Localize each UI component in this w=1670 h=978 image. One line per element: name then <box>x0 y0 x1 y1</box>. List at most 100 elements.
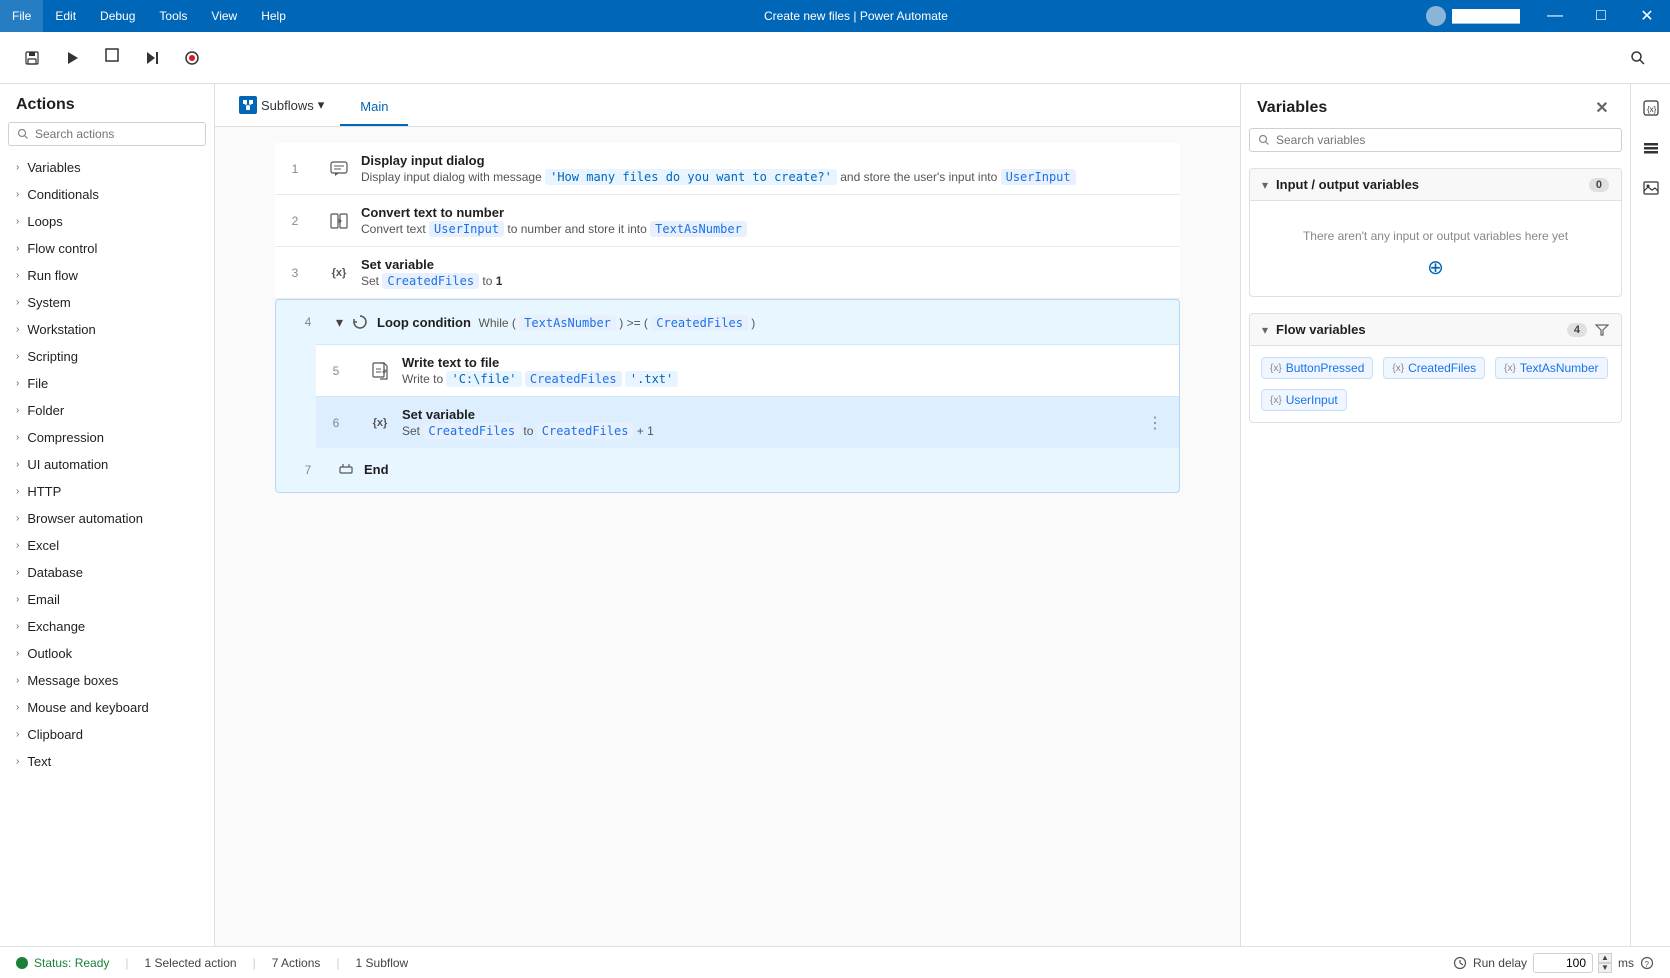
flow-collapse-icon: ▾ <box>1262 323 1268 337</box>
close-button[interactable]: ✕ <box>1624 0 1670 32</box>
step-2[interactable]: 2 Convert text to number Convert text Us… <box>275 195 1180 247</box>
menu-view[interactable]: View <box>199 0 249 32</box>
category-variables[interactable]: ›Variables <box>0 154 214 181</box>
variables-panel-toggle[interactable]: {x} <box>1635 92 1667 124</box>
image-icon[interactable] <box>1635 172 1667 204</box>
var-chip-buttonpressed[interactable]: {x} ButtonPressed <box>1261 357 1373 379</box>
menu-edit[interactable]: Edit <box>43 0 88 32</box>
flow-vars-body: {x} ButtonPressed {x} CreatedFiles {x} T… <box>1250 346 1621 422</box>
actions-list: ›Variables ›Conditionals ›Loops ›Flow co… <box>0 154 214 946</box>
step-3[interactable]: 3 {x} Set variable Set CreatedFiles t <box>275 247 1180 299</box>
category-conditionals[interactable]: ›Conditionals <box>0 181 214 208</box>
step-1[interactable]: 1 Display input dialog Display input dia… <box>275 143 1180 195</box>
io-count-badge: 0 <box>1589 178 1609 192</box>
svg-text:{x}: {x} <box>1647 105 1657 114</box>
stop-button[interactable] <box>96 42 128 74</box>
menu-tools[interactable]: Tools <box>147 0 199 32</box>
loop-header[interactable]: 4 ▾ Loop condition While ( TextAsNumber … <box>276 300 1179 344</box>
canvas-search-button[interactable] <box>1622 42 1654 74</box>
category-message-boxes[interactable]: ›Message boxes <box>0 667 214 694</box>
step-var-createdfiles2: CreatedFiles <box>525 371 622 387</box>
variables-search-box[interactable] <box>1249 128 1622 152</box>
category-folder[interactable]: ›Folder <box>0 397 214 424</box>
actions-search-box[interactable] <box>8 122 206 146</box>
subflows-button[interactable]: Subflows ▾ <box>231 84 332 126</box>
var-chip-userinput[interactable]: {x} UserInput <box>1261 389 1347 411</box>
flow-variables-section: ▾ Flow variables 4 {x} ButtonPressed {x}… <box>1249 313 1622 423</box>
run-button[interactable] <box>56 42 88 74</box>
category-workstation[interactable]: ›Workstation <box>0 316 214 343</box>
menu-debug[interactable]: Debug <box>88 0 147 32</box>
io-title: Input / output variables <box>1276 177 1581 192</box>
var-search-icon <box>1258 134 1270 146</box>
category-text[interactable]: ›Text <box>0 748 214 775</box>
run-delay-down[interactable]: ▼ <box>1598 963 1612 973</box>
category-flow-control[interactable]: ›Flow control <box>0 235 214 262</box>
category-ui-automation[interactable]: ›UI automation <box>0 451 214 478</box>
category-file[interactable]: ›File <box>0 370 214 397</box>
chevron-icon: › <box>16 459 19 470</box>
run-delay-label: Run delay <box>1473 956 1527 970</box>
chevron-icon: › <box>16 378 19 389</box>
minimize-button[interactable]: — <box>1532 0 1578 32</box>
category-excel[interactable]: ›Excel <box>0 532 214 559</box>
step-info-5: Write text to file Write to 'C:\file' Cr… <box>402 355 1167 386</box>
loop-block: 4 ▾ Loop condition While ( TextAsNumber … <box>275 299 1180 493</box>
category-outlook[interactable]: ›Outlook <box>0 640 214 667</box>
help-icon[interactable]: ? <box>1640 956 1654 970</box>
convert-icon <box>327 209 351 233</box>
step-var-textasnumber: TextAsNumber <box>650 221 747 237</box>
category-compression[interactable]: ›Compression <box>0 424 214 451</box>
save-button[interactable] <box>16 42 48 74</box>
category-label: Workstation <box>27 322 95 337</box>
menu-help[interactable]: Help <box>249 0 298 32</box>
run-delay-stepper: ▲ ▼ <box>1598 953 1612 973</box>
run-delay-input[interactable] <box>1533 953 1593 973</box>
actions-search-input[interactable] <box>35 127 197 141</box>
category-exchange[interactable]: ›Exchange <box>0 613 214 640</box>
chevron-icon: › <box>16 594 19 605</box>
step-info-2: Convert text to number Convert text User… <box>361 205 1168 236</box>
maximize-button[interactable]: □ <box>1578 0 1624 32</box>
input-output-header[interactable]: ▾ Input / output variables 0 <box>1250 169 1621 201</box>
layers-icon[interactable] <box>1635 132 1667 164</box>
flow-vars-title: Flow variables <box>1276 322 1559 337</box>
variables-search-input[interactable] <box>1276 133 1613 147</box>
loop-collapse-icon[interactable]: ▾ <box>336 314 343 331</box>
category-http[interactable]: ›HTTP <box>0 478 214 505</box>
total-actions-count: 7 Actions <box>272 956 321 970</box>
var-chip-createdfiles[interactable]: {x} CreatedFiles <box>1383 357 1485 379</box>
step-5[interactable]: 5 Write text to file Write <box>316 344 1179 396</box>
category-label: Browser automation <box>27 511 143 526</box>
step-desc-2: Convert text UserInput to number and sto… <box>361 222 1168 236</box>
variables-close-button[interactable]: ✕ <box>1590 96 1614 120</box>
category-system[interactable]: ›System <box>0 289 214 316</box>
run-delay-up[interactable]: ▲ <box>1598 953 1612 963</box>
tab-main[interactable]: Main <box>340 89 408 126</box>
filter-icon[interactable] <box>1595 323 1609 337</box>
step-7[interactable]: 7 End <box>276 448 1179 492</box>
chevron-icon: › <box>16 648 19 659</box>
step-context-menu-6[interactable]: ⋮ <box>1143 413 1167 433</box>
category-email[interactable]: ›Email <box>0 586 214 613</box>
add-variable-button[interactable]: ⊕ <box>1262 251 1609 284</box>
category-database[interactable]: ›Database <box>0 559 214 586</box>
clock-icon <box>1453 956 1467 970</box>
step-6[interactable]: 6 {x} Set variable Set <box>316 396 1179 448</box>
category-clipboard[interactable]: ›Clipboard <box>0 721 214 748</box>
chevron-icon: › <box>16 432 19 443</box>
var-chip-textasnumber[interactable]: {x} TextAsNumber <box>1495 357 1607 379</box>
menu-file[interactable]: File <box>0 0 43 32</box>
run-delay-group: Run delay ▲ ▼ ms ? <box>1453 953 1654 973</box>
category-scripting[interactable]: ›Scripting <box>0 343 214 370</box>
variables-title: Variables <box>1257 99 1327 117</box>
category-browser-automation[interactable]: ›Browser automation <box>0 505 214 532</box>
category-run-flow[interactable]: ›Run flow <box>0 262 214 289</box>
record-button[interactable] <box>176 42 208 74</box>
category-loops[interactable]: ›Loops <box>0 208 214 235</box>
status-dot <box>16 957 28 969</box>
next-button[interactable] <box>136 42 168 74</box>
flow-vars-header[interactable]: ▾ Flow variables 4 <box>1250 314 1621 346</box>
category-mouse-keyboard[interactable]: ›Mouse and keyboard <box>0 694 214 721</box>
chevron-icon: › <box>16 162 19 173</box>
